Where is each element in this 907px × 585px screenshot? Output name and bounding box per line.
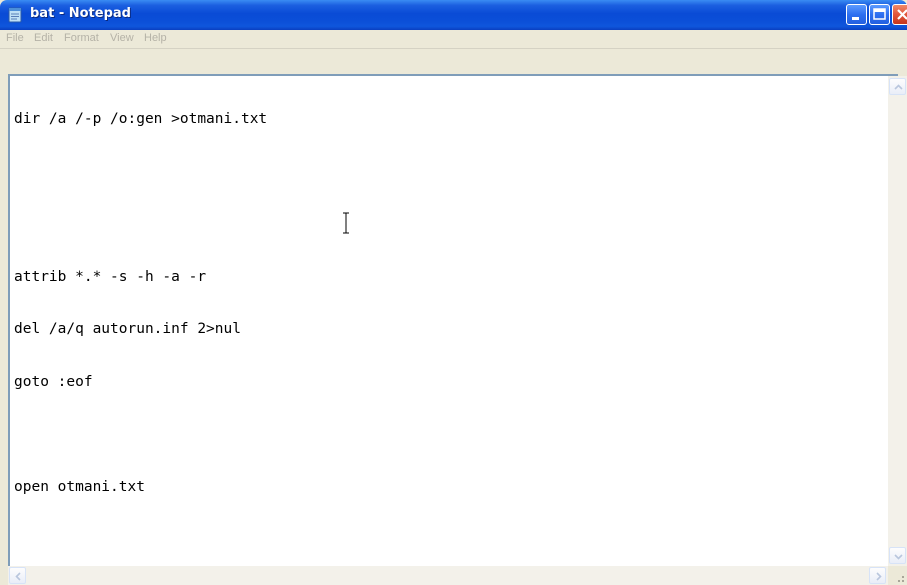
scroll-right-button[interactable] [869,567,886,584]
text-cursor-icon [341,212,351,234]
menu-file[interactable]: File [6,32,24,44]
chevron-left-icon [15,572,21,581]
text-line: dir /a /-p /o:gen >otmani.txt [14,111,268,127]
menu-edit[interactable]: Edit [34,32,53,44]
notepad-icon[interactable] [6,6,24,24]
chevron-right-icon [876,572,882,581]
chevron-up-icon [894,84,903,90]
menu-view[interactable]: View [110,32,134,44]
menu-format[interactable]: Format [64,32,99,44]
vertical-scrollbar[interactable] [888,76,907,566]
menu-bar: File Edit Format View Help [0,30,907,49]
text-line [14,426,874,444]
text-line: open otmani.txt [14,478,145,495]
text-line: goto :eof [14,373,93,390]
horizontal-scrollbar[interactable] [8,566,888,585]
close-icon [897,9,907,20]
chevron-down-icon [894,554,903,560]
window-title: bat - Notepad [30,6,131,21]
notepad-window: bat - Notepad File Edit Format View Help [0,0,907,585]
text-line: attrib *.* -s -h -a -r [14,268,207,285]
scroll-left-button[interactable] [9,567,26,584]
menu-help[interactable]: Help [144,32,167,44]
maximize-icon [873,8,886,20]
close-button[interactable] [892,4,907,25]
text-line: del /a/q autorun.inf 2>nul [14,321,241,337]
text-line [14,216,874,234]
editor-text[interactable]: dir /a /-p /o:gen >otmani.txt attrib *.*… [14,76,874,556]
title-bar[interactable]: bat - Notepad [0,0,907,30]
resize-grip-icon[interactable] [888,566,907,585]
text-line [14,164,874,182]
minimize-button[interactable] [846,4,867,25]
maximize-button[interactable] [869,4,890,25]
scroll-down-button[interactable] [889,547,906,564]
minimize-icon [852,17,859,20]
scroll-up-button[interactable] [889,78,906,95]
